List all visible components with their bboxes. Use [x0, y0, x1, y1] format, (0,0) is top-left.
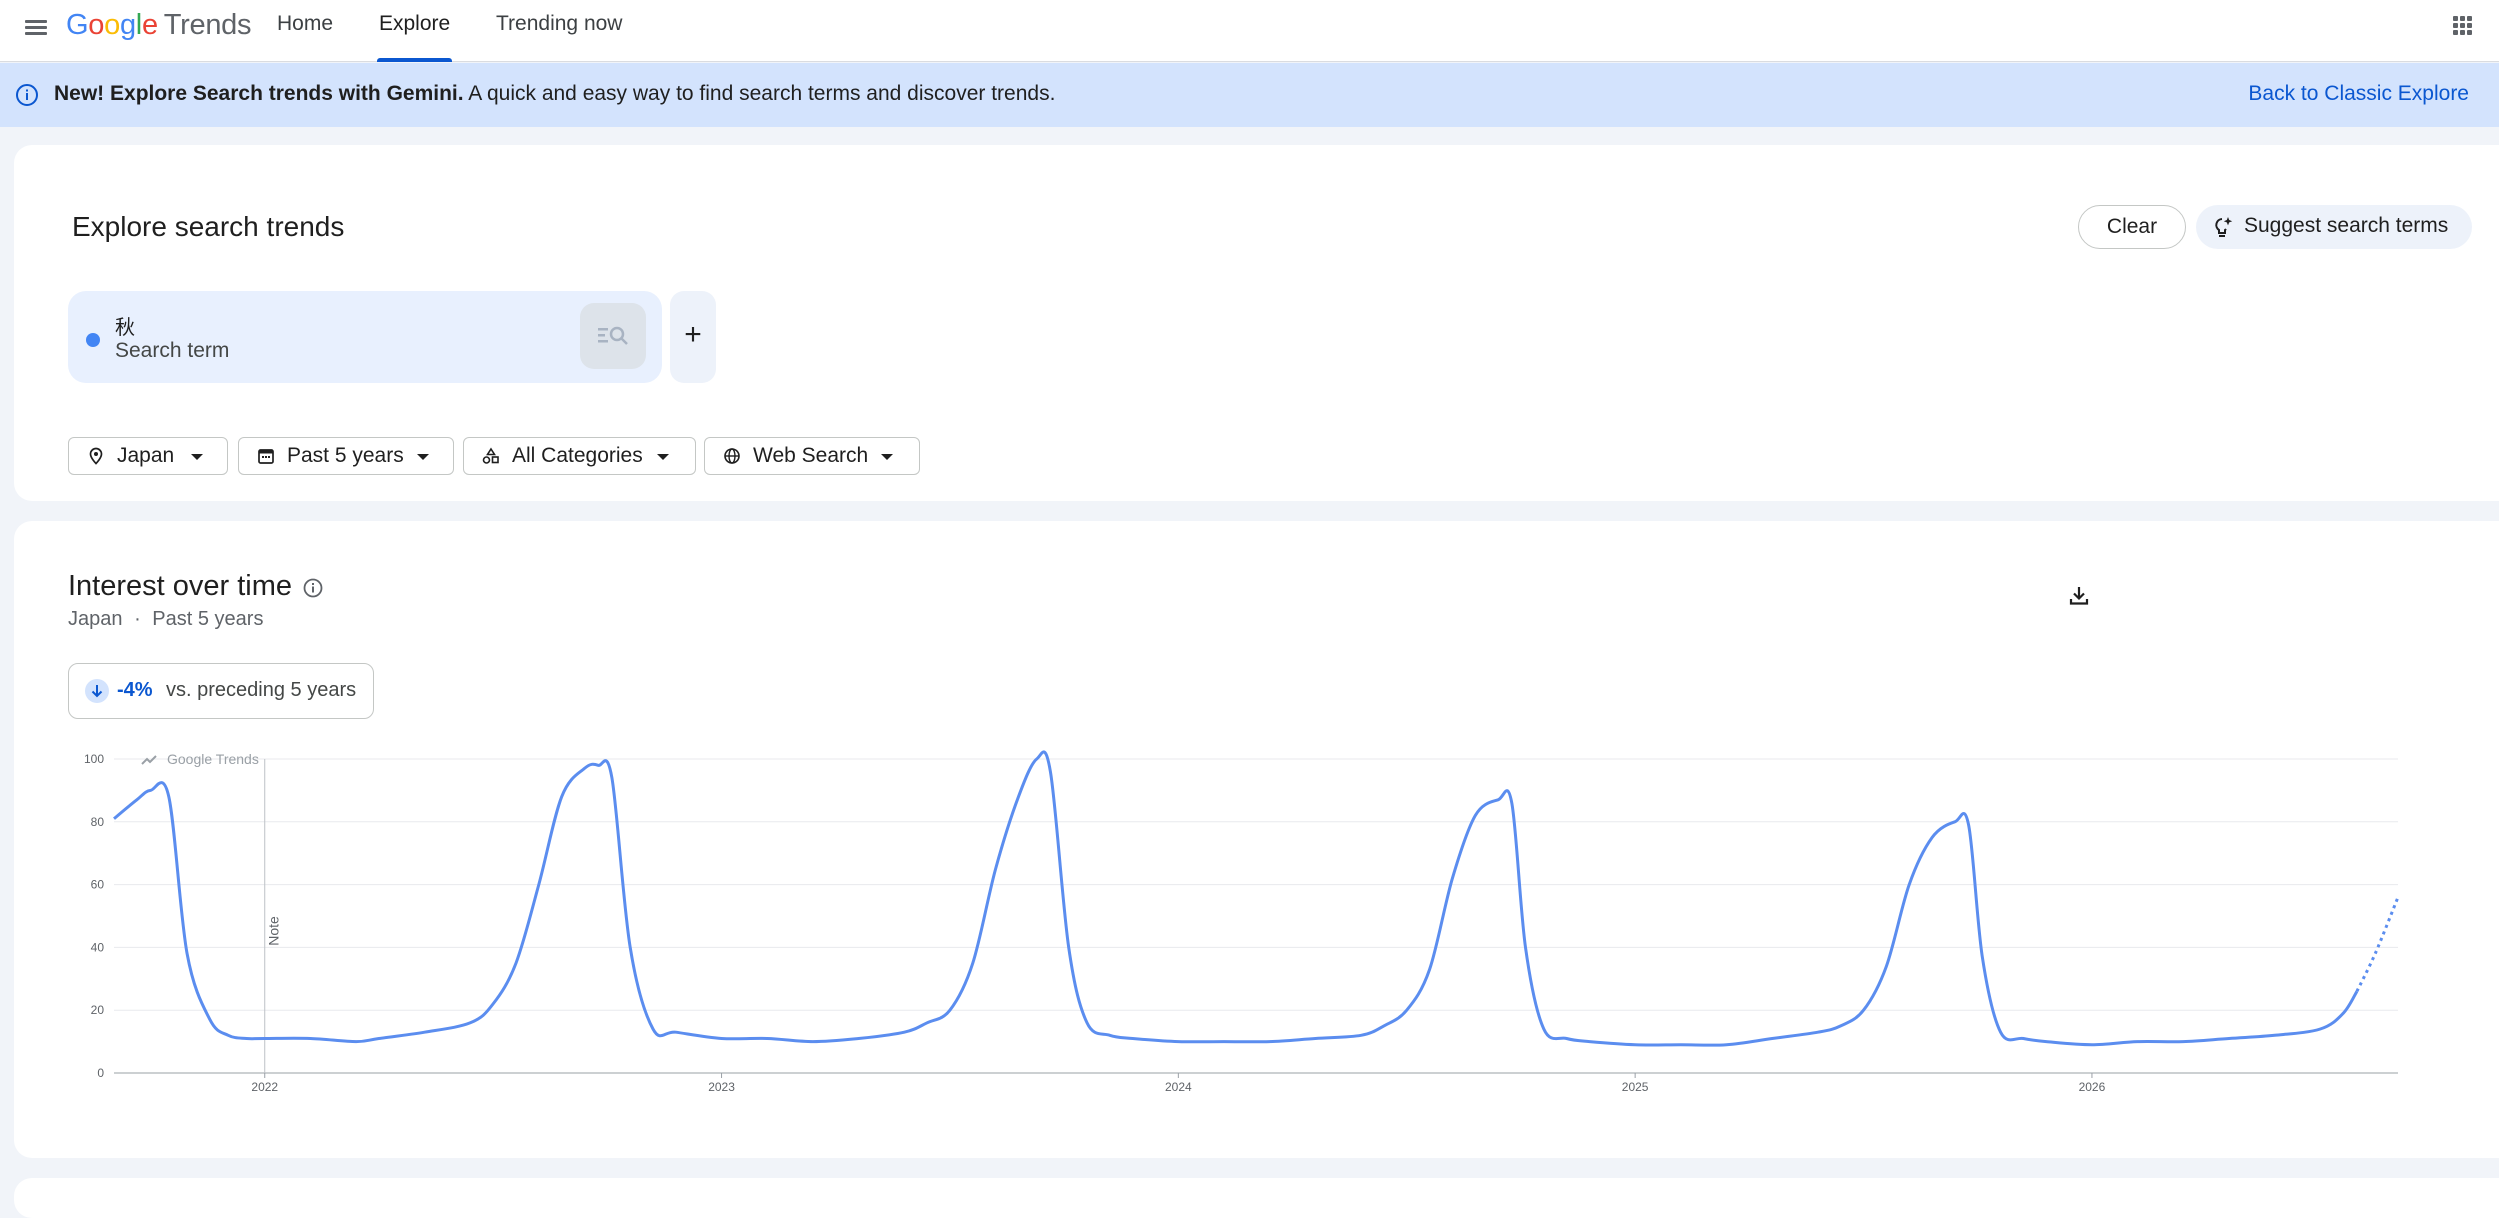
banner-message: New! Explore Search trends with Gemini. …: [54, 82, 1055, 106]
categories-icon: [482, 447, 499, 464]
x-tick-label: 2025: [1622, 1080, 1649, 1094]
location-filter-label: Japan: [117, 444, 175, 467]
add-search-term-button[interactable]: +: [670, 291, 716, 383]
sparkle-bulb-icon: [2215, 217, 2233, 237]
series-line-partial: [2355, 896, 2400, 993]
next-section-card: [14, 1178, 2499, 1218]
tab-trending-now[interactable]: Trending now: [496, 0, 622, 62]
apps-grid-icon[interactable]: [2453, 16, 2473, 36]
back-to-classic-link[interactable]: Back to Classic Explore: [2248, 82, 2469, 106]
banner-text: A quick and easy way to find search term…: [463, 82, 1056, 105]
logo-trends: Trends: [163, 9, 252, 41]
calendar-icon: [258, 449, 274, 464]
google-trends-logo[interactable]: Google Trends: [66, 9, 251, 42]
chevron-down-icon: [657, 454, 669, 460]
search-term-input[interactable]: 秋 Search term: [68, 291, 662, 383]
location-filter[interactable]: Japan: [68, 437, 228, 475]
y-tick-label: 100: [84, 752, 104, 766]
term-color-dot: [86, 333, 100, 347]
info-icon: [16, 84, 38, 106]
list-search-icon: [598, 326, 628, 345]
y-tick-label: 80: [91, 815, 105, 829]
suggest-search-terms-button[interactable]: Suggest search terms: [2196, 205, 2472, 249]
x-tick-label: 2023: [708, 1080, 735, 1094]
chart-ticks: 0 20 40 60 80 100 2022 2023 2024 2025 2026: [84, 752, 2106, 1094]
chart-series: [113, 750, 2400, 1047]
gemini-banner: New! Explore Search trends with Gemini. …: [0, 63, 2499, 127]
category-filter[interactable]: All Categories: [463, 437, 696, 475]
banner-bold-text: New! Explore Search trends with Gemini.: [54, 82, 464, 105]
trend-line-icon: [141, 755, 157, 765]
globe-icon: [724, 448, 740, 464]
search-type-filter-label: Web Search: [753, 444, 869, 467]
clear-button[interactable]: Clear: [2078, 205, 2186, 249]
x-tick-label: 2022: [251, 1080, 278, 1094]
top-app-bar: Google Trends Home Explore Trending now: [0, 0, 2499, 62]
menu-icon[interactable]: [22, 14, 50, 42]
search-term-value: 秋: [115, 317, 135, 339]
chart-note: Note: [264, 759, 282, 1073]
y-tick-label: 60: [91, 878, 105, 892]
x-tick-label: 2024: [1165, 1080, 1192, 1094]
x-tick-label: 2026: [2079, 1080, 2106, 1094]
time-range-filter-label: Past 5 years: [287, 444, 404, 467]
search-type-filter[interactable]: Web Search: [704, 437, 920, 475]
y-tick-label: 40: [91, 940, 105, 954]
y-tick-label: 0: [97, 1066, 104, 1080]
interest-chart[interactable]: 0 20 40 60 80 100 2022 2023 2024 2025 2026 Google …: [14, 521, 2499, 1158]
note-label: Note: [266, 916, 282, 946]
suggest-label: Suggest search terms: [2244, 214, 2449, 237]
chevron-down-icon: [881, 454, 893, 460]
chevron-down-icon: [191, 454, 203, 460]
series-line: [113, 750, 2359, 1047]
y-tick-label: 20: [91, 1003, 105, 1017]
page-title: Explore search trends: [72, 211, 345, 242]
interest-over-time-card: Interest over time Japan · Past 5 years …: [14, 521, 2499, 1158]
term-search-button[interactable]: [580, 303, 646, 369]
logo-google: Google: [66, 9, 158, 41]
tab-home[interactable]: Home: [277, 0, 333, 62]
location-pin-icon: [89, 447, 103, 465]
search-term-type: Search term: [115, 339, 230, 362]
explore-card: Explore search trends Clear Suggest sear…: [14, 145, 2499, 501]
tab-explore[interactable]: Explore: [376, 0, 453, 62]
time-range-filter[interactable]: Past 5 years: [238, 437, 454, 475]
category-filter-label: All Categories: [512, 444, 643, 467]
watermark-text: Google Trends: [167, 751, 259, 767]
chevron-down-icon: [417, 454, 429, 460]
